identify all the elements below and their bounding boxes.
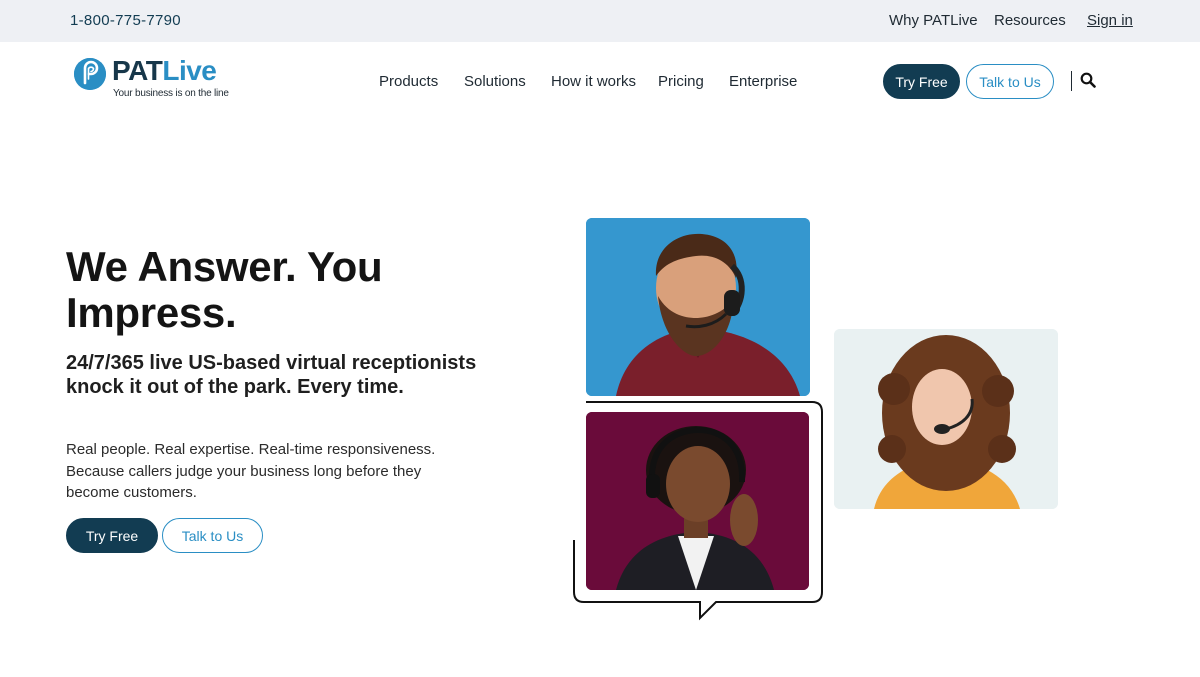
receptionist-man-photo <box>586 218 810 396</box>
nav-solutions[interactable]: Solutions <box>464 73 526 90</box>
nav-try-free-button[interactable]: Try Free <box>883 64 960 99</box>
hero-body: Real people. Real expertise. Real-time r… <box>66 441 436 501</box>
nav-divider <box>1071 71 1072 91</box>
nav-products[interactable]: Products <box>379 73 438 90</box>
nav-pricing[interactable]: Pricing <box>658 73 704 90</box>
receptionist-woman-photo <box>586 412 809 590</box>
nav-talk-to-us-button[interactable]: Talk to Us <box>966 64 1054 99</box>
hero-try-free-button[interactable]: Try Free <box>66 518 158 553</box>
phone-number-link[interactable]: 1-800-775-7790 <box>70 12 181 29</box>
nav-how-it-works[interactable]: How it works <box>551 73 636 90</box>
why-patlive-link[interactable]: Why PATLive <box>889 12 978 29</box>
sign-in-link[interactable]: Sign in <box>1087 12 1133 29</box>
search-icon[interactable] <box>1080 72 1096 88</box>
logo-tagline: Your business is on the line <box>113 88 229 99</box>
hero-talk-to-us-button[interactable]: Talk to Us <box>162 518 263 553</box>
utility-bar: 1-800-775-7790 Why PATLive Resources Sig… <box>0 0 1200 42</box>
hero-subtitle: 24/7/365 live US-based virtual reception… <box>66 352 477 398</box>
receptionist-woman-curly-photo <box>834 329 1058 509</box>
resources-link[interactable]: Resources <box>994 12 1066 29</box>
logo-wordmark: PATLive <box>112 55 217 87</box>
phone-p-logo-icon <box>74 58 106 90</box>
logo-pat: PAT <box>112 55 163 86</box>
nav-enterprise[interactable]: Enterprise <box>729 73 797 90</box>
hero-title: We Answer. You Impress. <box>66 243 383 336</box>
logo-live: Live <box>162 55 217 86</box>
site-logo[interactable]: PATLive Your business is on the line <box>74 55 244 102</box>
